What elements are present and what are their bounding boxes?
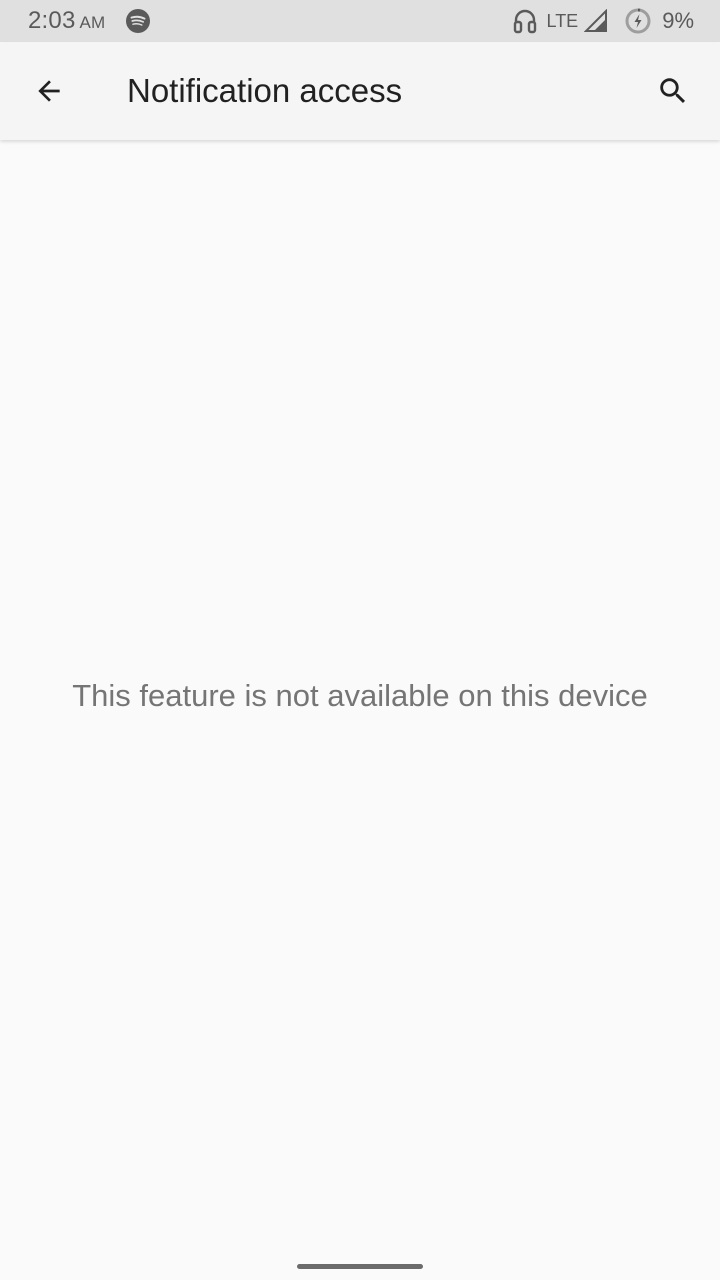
- back-button[interactable]: [22, 64, 76, 118]
- search-button[interactable]: [646, 64, 700, 118]
- status-time: 2:03 AM: [28, 7, 105, 35]
- battery-percent: 9%: [662, 8, 694, 33]
- signal-icon: [584, 9, 608, 32]
- status-bar: 2:03 AM LTE 9%: [0, 0, 720, 42]
- app-bar: Notification access: [0, 42, 720, 140]
- status-right-group: LTE 9%: [513, 6, 694, 36]
- network-type: LTE: [546, 10, 579, 31]
- spotify-icon: [126, 9, 150, 33]
- status-time-ampm: AM: [79, 13, 106, 32]
- page-title: Notification access: [127, 72, 403, 109]
- arrow-back-icon: [38, 80, 60, 102]
- battery-saver-icon: [625, 8, 651, 34]
- status-time-value: 2:03: [28, 7, 76, 34]
- screen: 2:03 AM LTE 9% Notification access This …: [0, 0, 720, 1280]
- gesture-nav-handle[interactable]: [297, 1264, 423, 1269]
- search-icon: [660, 78, 686, 104]
- empty-state-message: This feature is not available on this de…: [72, 678, 648, 713]
- headset-icon: [513, 9, 536, 34]
